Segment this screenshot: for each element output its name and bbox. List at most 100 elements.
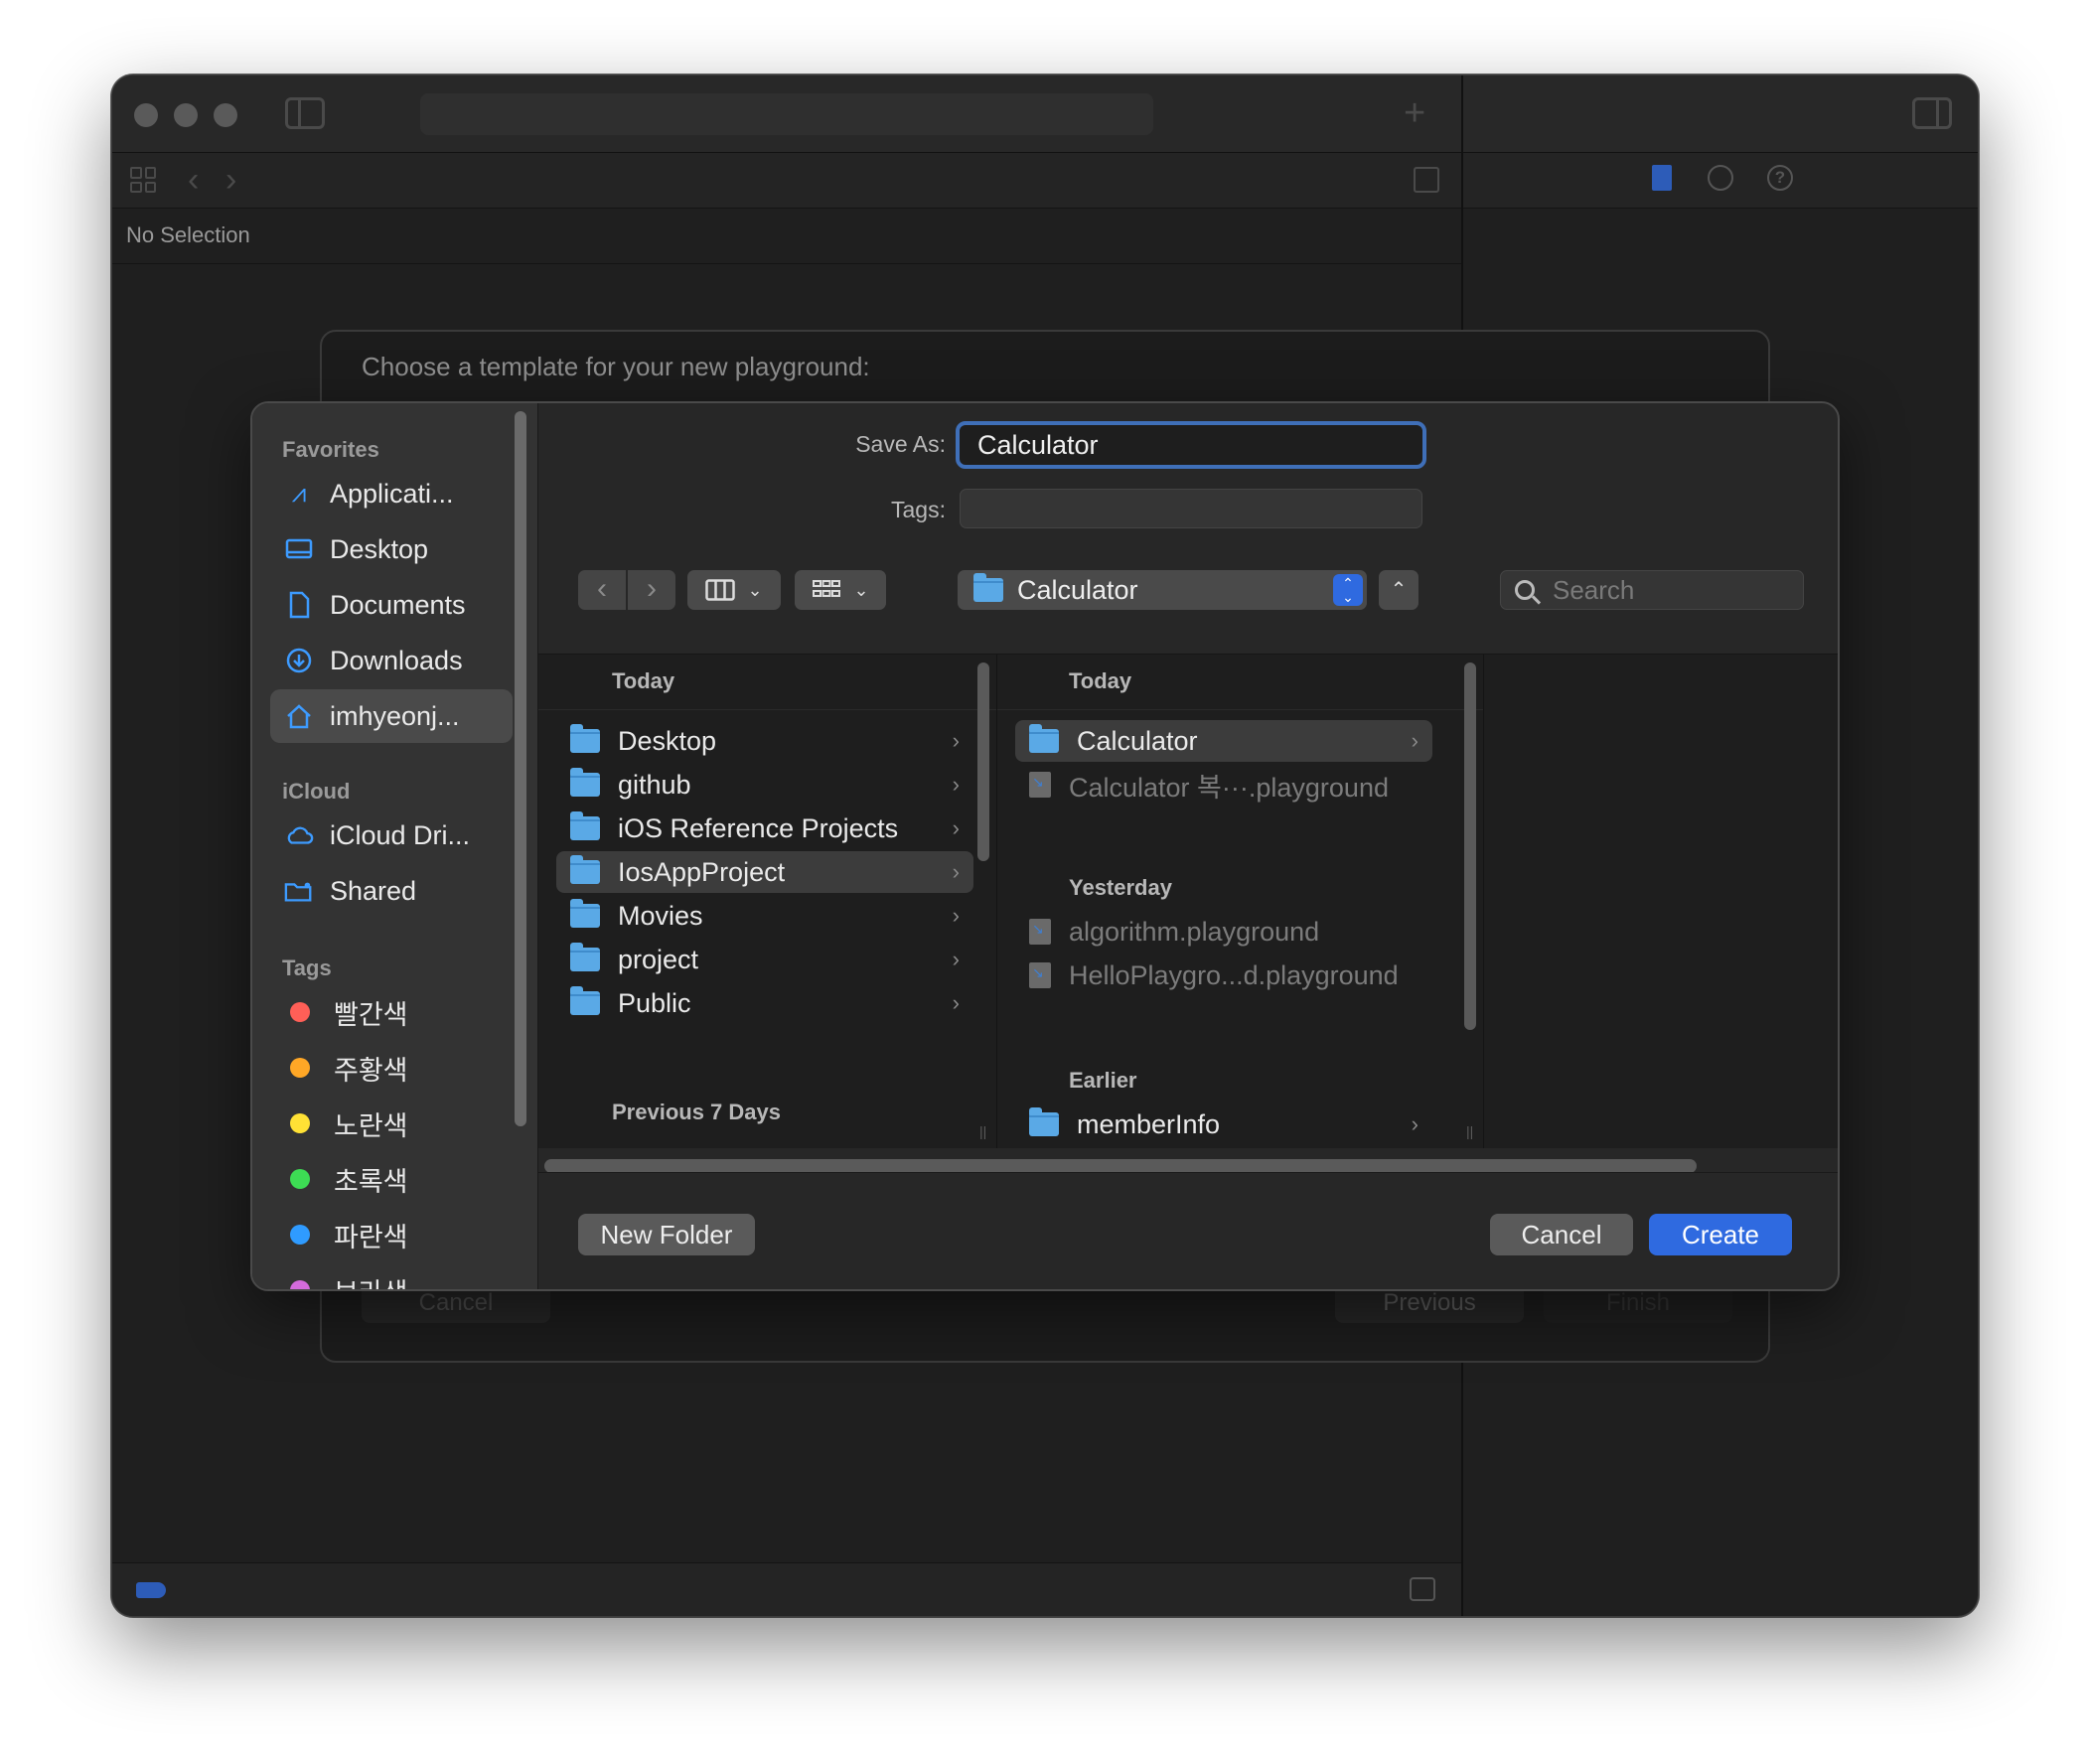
playground-file-icon bbox=[1029, 962, 1051, 988]
sidebar-item-shared[interactable]: Shared bbox=[270, 864, 513, 918]
tag-color-dot-icon bbox=[290, 1113, 310, 1133]
search-input[interactable]: Search bbox=[1500, 570, 1804, 610]
new-folder-button[interactable]: New Folder bbox=[578, 1214, 755, 1255]
tags-label: Tags: bbox=[891, 497, 946, 522]
list-item-movies[interactable]: Movies › bbox=[556, 895, 973, 937]
section-earlier: Earlier bbox=[1069, 1068, 1137, 1093]
document-icon bbox=[284, 590, 314, 620]
split-editor-icon[interactable] bbox=[1414, 167, 1439, 193]
forward-button[interactable]: › bbox=[628, 570, 675, 610]
back-icon[interactable]: ‹ bbox=[188, 161, 199, 200]
chevron-right-icon: › bbox=[952, 728, 960, 753]
chevron-down-icon: ⌄ bbox=[747, 579, 763, 600]
section-yesterday: Yesterday bbox=[1069, 875, 1172, 900]
template-prompt: Choose a template for your new playgroun… bbox=[362, 352, 870, 381]
list-item-desktop[interactable]: Desktop › bbox=[556, 720, 973, 762]
sidebar-item-downloads[interactable]: Downloads bbox=[270, 634, 513, 687]
sidebar-item-icloud-drive[interactable]: iCloud Dri... bbox=[270, 808, 513, 862]
sidebar-item-label: Desktop bbox=[330, 533, 429, 564]
folder-icon bbox=[570, 899, 600, 928]
collapse-dialog-button[interactable]: ⌃ bbox=[1379, 570, 1418, 610]
location-popup[interactable]: Calculator ⌃ ⌄ bbox=[958, 570, 1367, 610]
console-toggle-icon[interactable] bbox=[1410, 1577, 1435, 1601]
sidebar-section-icloud: iCloud bbox=[282, 779, 351, 804]
related-items-grid-icon[interactable] bbox=[130, 167, 156, 193]
column-header bbox=[538, 655, 996, 710]
list-item-label: HelloPlaygro...d.playground bbox=[1069, 959, 1399, 990]
sidebar-toggle-icon[interactable] bbox=[285, 97, 325, 129]
forward-icon[interactable]: › bbox=[225, 161, 236, 200]
folder-icon bbox=[570, 724, 600, 753]
sidebar-tag-orange[interactable]: 주황색 bbox=[270, 1041, 513, 1095]
minimize-window-button[interactable] bbox=[174, 103, 198, 127]
column-view-button[interactable]: ⌄ bbox=[687, 570, 781, 610]
desktop-icon bbox=[284, 534, 314, 564]
sidebar-tag-blue[interactable]: 파란색 bbox=[270, 1208, 513, 1261]
browser-column-1: Today Desktop › github › iOS Reference P… bbox=[538, 655, 997, 1148]
horizontal-scrollbar[interactable] bbox=[544, 1159, 1697, 1173]
group-options-button[interactable]: ⌄ bbox=[795, 570, 886, 610]
history-icon[interactable] bbox=[1708, 165, 1733, 191]
folder-icon bbox=[1029, 1107, 1059, 1136]
save-as-input[interactable]: Calculator bbox=[956, 421, 1426, 469]
list-item-ios-reference-projects[interactable]: iOS Reference Projects › bbox=[556, 808, 973, 849]
folder-icon bbox=[570, 986, 600, 1015]
sidebar-tag-red[interactable]: 빨간색 bbox=[270, 985, 513, 1039]
list-item-helloplayground[interactable]: HelloPlaygro...d.playground bbox=[1015, 955, 1432, 996]
sidebar-scrollbar[interactable] bbox=[515, 411, 526, 1126]
tag-color-dot-icon bbox=[290, 1225, 310, 1245]
list-item-public[interactable]: Public › bbox=[556, 982, 973, 1024]
help-icon[interactable]: ? bbox=[1767, 165, 1793, 191]
column-resize-grip-icon[interactable]: || bbox=[979, 1123, 986, 1139]
tag-color-dot-icon bbox=[290, 1058, 310, 1078]
tags-input[interactable] bbox=[960, 489, 1422, 528]
sidebar-tag-green[interactable]: 초록색 bbox=[270, 1152, 513, 1206]
create-button[interactable]: Create bbox=[1649, 1214, 1792, 1255]
list-item-project[interactable]: project › bbox=[556, 939, 973, 980]
sidebar-tag-label: 빨간색 bbox=[334, 999, 408, 1030]
column-browser: Today Desktop › github › iOS Reference P… bbox=[538, 654, 1838, 1173]
tag-color-dot-icon bbox=[290, 1169, 310, 1189]
search-placeholder: Search bbox=[1553, 574, 1635, 605]
breakpoint-icon[interactable] bbox=[136, 1582, 166, 1598]
sidebar-item-home[interactable]: imhyeonj... bbox=[270, 689, 513, 743]
sidebar-item-applications[interactable]: ⩘ Applicati... bbox=[270, 467, 513, 520]
list-item-calculator-copy-playground[interactable]: Calculator 복···.playground bbox=[1015, 764, 1432, 806]
list-item-calculator[interactable]: Calculator › bbox=[1015, 720, 1432, 762]
debug-bar bbox=[112, 1562, 1461, 1616]
sidebar-item-desktop[interactable]: Desktop bbox=[270, 522, 513, 576]
back-button[interactable]: ‹ bbox=[578, 570, 626, 610]
list-item-label: algorithm.playground bbox=[1069, 916, 1320, 947]
sidebar-tag-label: 보라색 bbox=[334, 1271, 408, 1290]
sidebar-tag-yellow[interactable]: 노란색 bbox=[270, 1097, 513, 1150]
sidebar-item-documents[interactable]: Documents bbox=[270, 578, 513, 632]
navigator-bar bbox=[112, 153, 1461, 209]
chevron-right-icon: › bbox=[1411, 728, 1418, 753]
section-today: Today bbox=[1069, 668, 1132, 693]
list-item-algorithm-playground[interactable]: algorithm.playground bbox=[1015, 911, 1432, 953]
list-item-memberinfo[interactable]: memberInfo › bbox=[1015, 1103, 1432, 1145]
close-window-button[interactable] bbox=[134, 103, 158, 127]
tag-color-dot-icon bbox=[290, 1002, 310, 1022]
column-scrollbar[interactable] bbox=[977, 662, 989, 861]
list-item-iosappproject[interactable]: IosAppProject › bbox=[556, 851, 973, 893]
column-resize-grip-icon[interactable]: || bbox=[1466, 1123, 1473, 1139]
chevron-right-icon: › bbox=[952, 903, 960, 928]
applications-icon: ⩘ bbox=[291, 478, 307, 508]
column-scrollbar[interactable] bbox=[1464, 662, 1476, 1030]
plus-icon[interactable]: + bbox=[1404, 93, 1425, 133]
folder-icon bbox=[570, 943, 600, 971]
file-inspector-icon[interactable] bbox=[1652, 165, 1672, 191]
list-item-label: Public bbox=[618, 987, 691, 1018]
inspector-toggle-icon[interactable] bbox=[1912, 97, 1952, 129]
sidebar-tag-label: 주황색 bbox=[334, 1055, 408, 1086]
list-item-github[interactable]: github › bbox=[556, 764, 973, 806]
zoom-window-button[interactable] bbox=[214, 103, 237, 127]
sidebar-item-label: Shared bbox=[330, 875, 417, 906]
cancel-button[interactable]: Cancel bbox=[1490, 1214, 1633, 1255]
folder-icon bbox=[570, 811, 600, 840]
sidebar-section-favorites: Favorites bbox=[282, 437, 379, 462]
sidebar-tag-label: 노란색 bbox=[334, 1110, 408, 1141]
sidebar-tag-purple[interactable]: 보라색 bbox=[270, 1263, 513, 1290]
chevron-down-icon: ⌄ bbox=[853, 579, 869, 600]
